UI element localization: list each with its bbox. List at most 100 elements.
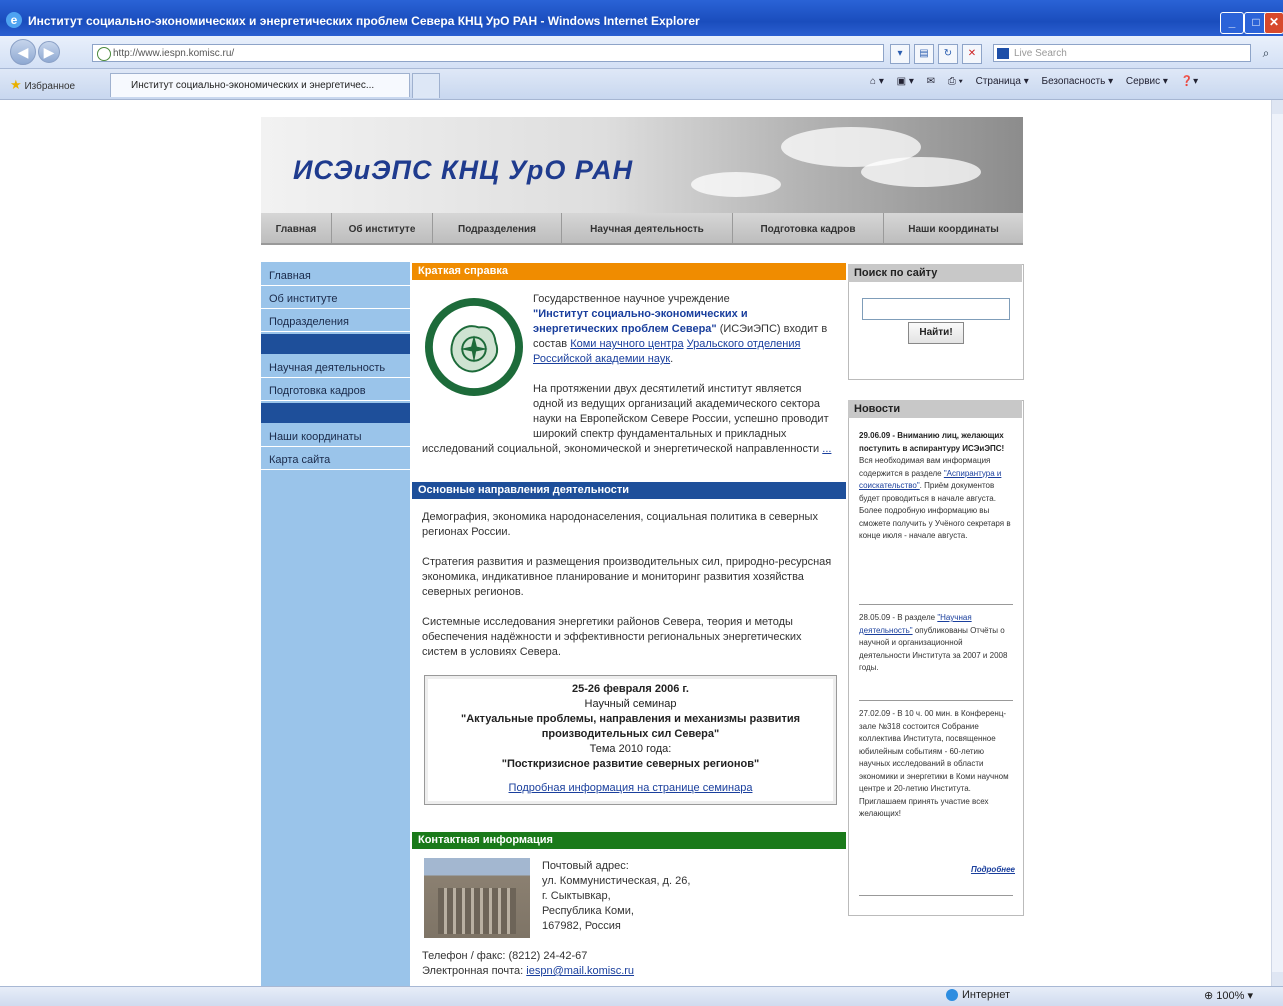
- site-title: ИСЭиЭПС КНЦ УрО РАН: [293, 155, 634, 185]
- news-heading: Новости: [848, 400, 1022, 418]
- help-icon[interactable]: ❓▾: [1181, 76, 1198, 87]
- email-label: Электронная почта:: [422, 965, 527, 977]
- topnav-about[interactable]: Об институте: [332, 213, 433, 243]
- top-nav: Главная Об институте Подразделения Научн…: [261, 213, 1023, 245]
- leftmenu-home[interactable]: Главная: [261, 264, 410, 286]
- leftmenu-about[interactable]: Об институте: [261, 287, 410, 309]
- news-item-1-title: 29.06.09 - Вниманию лиц, желающих поступ…: [859, 431, 1005, 453]
- email-link[interactable]: iespn@mail.komisc.ru: [526, 965, 634, 977]
- brief-more-link[interactable]: ...: [822, 443, 831, 455]
- service-menu[interactable]: Сервис ▾: [1126, 76, 1168, 87]
- address-dropdown-icon[interactable]: ▾: [890, 44, 910, 64]
- address-republic: Республика Коми,: [542, 905, 634, 917]
- seminar-theme: "Посткризисное развитие северных регионо…: [501, 758, 760, 770]
- search-go-icon[interactable]: ⌕: [1254, 44, 1278, 62]
- page-menu[interactable]: Страница ▾: [976, 76, 1029, 87]
- brief-institute-name: "Институт социально-экономических и энер…: [533, 308, 748, 335]
- forward-button[interactable]: ▶: [38, 41, 60, 63]
- compat-view-icon[interactable]: ▤: [914, 44, 934, 64]
- brief-heading: Краткая справка: [412, 263, 846, 280]
- window-title-bar: e Институт социально-экономических и эне…: [0, 0, 1283, 36]
- zoom-control[interactable]: ⊕ 100% ▾: [1204, 989, 1253, 1002]
- tab-active[interactable]: Институт социально-экономических и энерг…: [110, 73, 410, 97]
- contacts-email-row: Электронная почта: iespn@mail.komisc.ru: [422, 964, 634, 979]
- back-button[interactable]: ◀: [10, 39, 36, 65]
- tab-label: Институт социально-экономических и энерг…: [131, 80, 375, 91]
- minimize-button[interactable]: _: [1220, 12, 1244, 34]
- search-placeholder: Live Search: [1014, 48, 1067, 59]
- live-search-logo-icon: [997, 48, 1009, 59]
- seminar-type: Научный семинар: [584, 698, 677, 710]
- site-search-input[interactable]: [862, 298, 1010, 320]
- site-banner: ИСЭиЭПС КНЦ УрО РАН: [261, 117, 1023, 213]
- seminar-date: 25-26 февраля 2006 г.: [572, 683, 689, 695]
- leftmenu-separator: [261, 334, 410, 354]
- security-zone: Интернет: [946, 989, 1010, 1002]
- news-item-2: 28.05.09 - В разделе "Научная деятельнос…: [859, 612, 1015, 675]
- refresh-icon[interactable]: ↻: [938, 44, 958, 64]
- link-ural-branch[interactable]: Уральского отделения: [687, 338, 801, 350]
- command-bar: ⌂ ▾ ▣ ▾ ✉ ⎙ ▾ Страница ▾ Безопасность ▾ …: [870, 76, 1208, 87]
- logo-spacer: [422, 382, 533, 428]
- link-ras[interactable]: Российской академии наук: [533, 353, 670, 365]
- search-panel-heading: Поиск по сайту: [848, 264, 1022, 282]
- building-photo: [424, 858, 530, 938]
- scroll-down-icon[interactable]: [1272, 972, 1283, 986]
- address-input[interactable]: http://www.iespn.komisc.ru/: [92, 44, 884, 62]
- news-divider: [859, 700, 1013, 701]
- address-text: http://www.iespn.komisc.ru/: [113, 48, 235, 59]
- favorites-label: Избранное: [24, 81, 76, 92]
- leftmenu-science[interactable]: Научная деятельность: [261, 356, 410, 378]
- address-label: Почтовый адрес:: [542, 860, 629, 872]
- close-window-button[interactable]: ✕: [1264, 12, 1283, 34]
- news-divider: [859, 895, 1013, 896]
- contacts-address: Почтовый адрес: ул. Коммунистическая, д.…: [542, 859, 690, 934]
- scroll-up-icon[interactable]: [1272, 100, 1283, 114]
- vertical-scrollbar[interactable]: [1271, 100, 1283, 986]
- news-divider: [859, 604, 1013, 605]
- print-icon[interactable]: ⎙ ▾: [948, 76, 963, 87]
- directions-p1: Демография, экономика народонаселения, с…: [422, 511, 818, 538]
- window-title: Институт социально-экономических и энерг…: [28, 14, 700, 28]
- star-icon: ★: [10, 77, 22, 92]
- news-item-1: 29.06.09 - Вниманию лиц, желающих поступ…: [859, 430, 1015, 543]
- ie-logo-icon: e: [6, 12, 22, 28]
- topnav-training[interactable]: Подготовка кадров: [733, 213, 884, 243]
- topnav-coords[interactable]: Наши координаты: [884, 213, 1023, 243]
- news-more-link[interactable]: Подробнее: [971, 865, 1015, 874]
- zoom-level: 100%: [1216, 990, 1245, 1002]
- directions-heading: Основные направления деятельности: [412, 482, 846, 499]
- brief-paragraph-1: Государственное научное учреждение "Инст…: [533, 293, 828, 365]
- seminar-title: "Актуальные проблемы, направления и меха…: [460, 713, 801, 740]
- contacts-phone: Телефон / факс: (8212) 24-42-67: [422, 950, 588, 962]
- brief-text: Государственное научное учреждение: [533, 293, 730, 305]
- mail-icon[interactable]: ✉: [927, 76, 935, 87]
- address-zip: 167982, Россия: [542, 920, 621, 932]
- status-bar: [0, 986, 1283, 1006]
- seminar-box: 25-26 февраля 2006 г. Научный семинар "А…: [424, 675, 837, 805]
- new-tab-button[interactable]: [412, 73, 440, 98]
- globe-icon: [946, 989, 958, 1002]
- zone-label: Интернет: [962, 989, 1010, 1001]
- stop-icon[interactable]: ✕: [962, 44, 982, 64]
- search-input[interactable]: Live Search: [993, 44, 1251, 62]
- home-icon[interactable]: ⌂ ▾: [870, 76, 884, 87]
- topnav-home[interactable]: Главная: [261, 213, 332, 243]
- seminar-link[interactable]: Подробная информация на странице семинар…: [509, 782, 753, 794]
- address-street: ул. Коммунистическая, д. 26,: [542, 875, 691, 887]
- leftmenu-sitemap[interactable]: Карта сайта: [261, 448, 410, 470]
- address-city: г. Сыктывкар,: [542, 890, 611, 902]
- site-search-button[interactable]: Найти!: [908, 322, 964, 344]
- news-item-2-text: 28.05.09 - В разделе: [859, 613, 938, 622]
- leftmenu-training[interactable]: Подготовка кадров: [261, 379, 410, 401]
- topnav-science[interactable]: Научная деятельность: [562, 213, 733, 243]
- security-menu[interactable]: Безопасность ▾: [1042, 76, 1114, 87]
- link-komi-center[interactable]: Коми научного центра: [570, 338, 683, 350]
- favorites-button[interactable]: ★ Избранное: [10, 77, 75, 93]
- seminar-theme-label: Тема 2010 года:: [589, 743, 672, 755]
- topnav-divisions[interactable]: Подразделения: [433, 213, 562, 243]
- leftmenu-coords[interactable]: Наши координаты: [261, 425, 410, 447]
- feeds-icon[interactable]: ▣ ▾: [897, 76, 914, 87]
- news-more-row: Подробнее: [859, 864, 1015, 877]
- leftmenu-divisions[interactable]: Подразделения: [261, 310, 410, 332]
